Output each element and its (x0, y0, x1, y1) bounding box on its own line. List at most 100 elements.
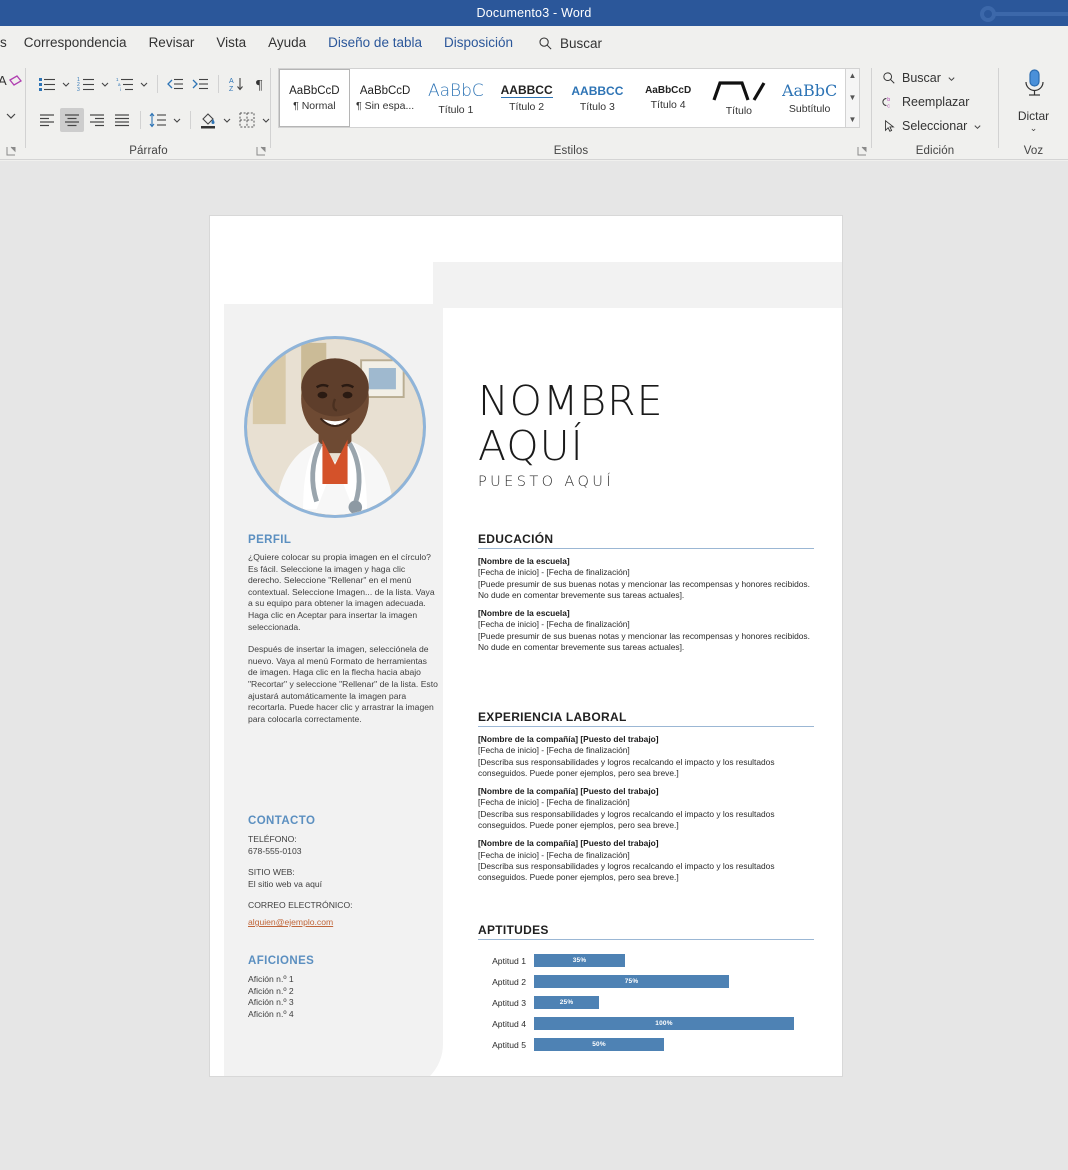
experience-entry[interactable]: [Nombre de la compañía] [Puesto del trab… (478, 786, 814, 831)
style-tile-normal[interactable]: AaBbCcD ¶ Normal (279, 69, 350, 127)
line-spacing-caret[interactable] (171, 108, 182, 132)
decor-notch (433, 262, 479, 308)
svg-text:b: b (887, 97, 890, 103)
dictate-label: Dictar (1017, 109, 1050, 123)
email-link[interactable]: alguien@ejemplo.com (248, 917, 333, 927)
phone-value[interactable]: 678-555-0103 (248, 846, 438, 858)
tab-vista[interactable]: Vista (205, 26, 257, 60)
education-entry[interactable]: [Nombre de la escuela] [Fecha de inicio]… (478, 608, 814, 653)
document-canvas[interactable]: PERFIL ¿Quiere colocar su propia imagen … (0, 161, 1068, 1170)
skill-row: Aptitud 4 100% (478, 1015, 814, 1032)
style-tile-subtitulo[interactable]: AaBbC Subtítulo (774, 69, 845, 127)
style-preview: AABBCC (500, 83, 553, 98)
ribbon-search[interactable]: Buscar (538, 36, 602, 51)
sort-button[interactable]: A Z (224, 72, 248, 96)
divider (190, 111, 191, 129)
dictate-button[interactable]: Dictar ⌄ (999, 68, 1068, 134)
skill-bar: 100% (534, 1017, 794, 1030)
style-tile-titulo[interactable]: Título (703, 69, 775, 127)
chevron-down-icon[interactable] (3, 108, 19, 124)
skill-value-label: 100% (655, 1020, 673, 1027)
name-line-1[interactable]: NOMBRE (478, 379, 814, 424)
clear-formatting-icon[interactable]: A (0, 70, 22, 92)
styles-gallery[interactable]: AaBbCcD ¶ Normal AaBbCcD ¶ Sin espa... A… (278, 68, 846, 128)
hobby-item[interactable]: Afición n.º 3 (248, 997, 438, 1009)
paint-bucket-icon (201, 113, 215, 129)
contact-section: CONTACTO TELÉFONO: 678-555-0103 SITIO WE… (248, 815, 438, 930)
style-tile-titulo-1[interactable]: AaBbC Título 1 (420, 69, 492, 127)
tab-correspondencia[interactable]: Correspondencia (13, 26, 138, 60)
skill-row: Aptitud 2 75% (478, 973, 814, 990)
increase-indent-button[interactable] (188, 72, 212, 96)
style-tile-titulo-2[interactable]: AABBCC Título 2 (491, 69, 562, 127)
align-center-button[interactable] (60, 108, 84, 132)
experience-entry[interactable]: [Nombre de la compañía] [Puesto del trab… (478, 838, 814, 883)
style-name: Título 2 (509, 101, 545, 113)
line-spacing-button[interactable] (146, 108, 170, 132)
tab-diseno-de-tabla[interactable]: Diseño de tabla (317, 26, 433, 60)
style-preview: AaBbCcD (289, 84, 340, 97)
align-right-button[interactable] (85, 108, 109, 132)
style-name: Título (725, 104, 752, 117)
numbering-button[interactable]: 1 2 3 (74, 72, 98, 96)
find-button[interactable]: Buscar (882, 71, 956, 85)
bullets-caret[interactable] (60, 72, 71, 96)
tab-revisar[interactable]: Revisar (138, 26, 206, 60)
style-name: Título 4 (650, 99, 686, 111)
multilevel-caret[interactable] (138, 72, 149, 96)
select-button[interactable]: Seleccionar (882, 119, 982, 133)
scroll-up-icon[interactable]: ▲ (849, 69, 857, 83)
align-left-button[interactable] (35, 108, 59, 132)
chevron-down-icon[interactable] (947, 74, 956, 83)
name-line-2[interactable]: AQUÍ (478, 424, 814, 469)
hobbies-heading: AFICIONES (248, 955, 315, 967)
experience-entry[interactable]: [Nombre de la compañía] [Puesto del trab… (478, 734, 814, 779)
more-styles-icon[interactable]: ▼ (849, 113, 857, 127)
chevron-down-icon[interactable] (973, 122, 982, 131)
style-tile-sin-espaciado[interactable]: AaBbCcD ¶ Sin espa... (349, 69, 421, 127)
education-entry[interactable]: [Nombre de la escuela] [Fecha de inicio]… (478, 556, 814, 601)
decrease-indent-button[interactable] (163, 72, 187, 96)
scroll-down-icon[interactable]: ▼ (849, 91, 857, 105)
borders-button[interactable] (235, 108, 259, 132)
align-center-icon (65, 114, 79, 127)
experience-dates: [Fecha de inicio] - [Fecha de finalizaci… (478, 797, 630, 808)
font-dialog-launcher-icon[interactable] (6, 146, 16, 156)
replace-button[interactable]: b c Reemplazar (882, 95, 969, 109)
education-body: [Puede presumir de sus buenas notas y me… (478, 630, 810, 653)
style-tile-titulo-4[interactable]: AaBbCcD Título 4 (632, 69, 704, 127)
email-label: CORREO ELECTRÓNICO: (248, 900, 353, 911)
website-value[interactable]: El sitio web va aquí (248, 879, 438, 891)
divider (140, 111, 141, 129)
hobbies-section: AFICIONES Afición n.º 1 Afición n.º 2 Af… (248, 955, 438, 1020)
bullets-button[interactable] (35, 72, 59, 96)
style-name: Título 1 (438, 103, 474, 116)
style-tile-titulo-3[interactable]: AABBCC Título 3 (562, 69, 633, 127)
numbering-caret[interactable] (99, 72, 110, 96)
education-heading: EDUCACIÓN (478, 532, 814, 549)
justify-button[interactable] (110, 108, 134, 132)
title-style-preview-icon (712, 80, 766, 101)
shading-caret[interactable] (221, 108, 232, 132)
paragraph-dialog-launcher-icon[interactable] (256, 146, 266, 156)
styles-gallery-scrollbar[interactable]: ▲ ▼ ▼ (846, 68, 860, 128)
education-dates: [Fecha de inicio] - [Fecha de finalizaci… (478, 567, 630, 578)
job-title[interactable]: PUESTO AQUÍ (478, 474, 814, 490)
dictate-caret[interactable]: ⌄ (999, 123, 1068, 134)
tab-clipped[interactable]: s (0, 26, 13, 60)
chevron-down-icon (262, 118, 269, 123)
tab-disposicion[interactable]: Disposición (433, 26, 524, 60)
hobby-item[interactable]: Afición n.º 4 (248, 1009, 438, 1021)
hobby-item[interactable]: Afición n.º 2 (248, 986, 438, 998)
skill-value-label: 25% (559, 999, 574, 1006)
document-page[interactable]: PERFIL ¿Quiere colocar su propia imagen … (209, 215, 843, 1077)
styles-dialog-launcher-icon[interactable] (857, 146, 867, 156)
hobby-item[interactable]: Afición n.º 1 (248, 974, 438, 986)
profile-paragraph-1[interactable]: ¿Quiere colocar su propia imagen en el c… (248, 552, 438, 633)
skill-bar: 75% (534, 975, 729, 988)
profile-paragraph-2[interactable]: Después de insertar la imagen, selección… (248, 644, 438, 725)
avatar[interactable] (244, 336, 426, 518)
multilevel-list-button[interactable]: 1 a i (113, 72, 137, 96)
tab-ayuda[interactable]: Ayuda (257, 26, 317, 60)
shading-button[interactable] (196, 108, 220, 132)
